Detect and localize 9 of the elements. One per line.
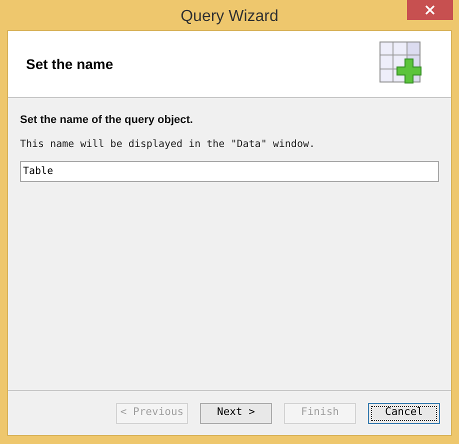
close-icon bbox=[425, 5, 435, 15]
section-heading: Set the name of the query object. bbox=[20, 113, 194, 128]
close-button[interactable] bbox=[407, 0, 453, 20]
window-title: Query Wizard bbox=[180, 7, 278, 27]
wizard-button[interactable]: Cancel bbox=[368, 402, 440, 424]
name-field[interactable]: Table bbox=[20, 160, 439, 182]
wizard-button[interactable]: Next > bbox=[200, 402, 272, 424]
description-text: This name will be displayed in the "Data" window. bbox=[20, 138, 316, 152]
step-title: Set the name bbox=[26, 54, 114, 74]
